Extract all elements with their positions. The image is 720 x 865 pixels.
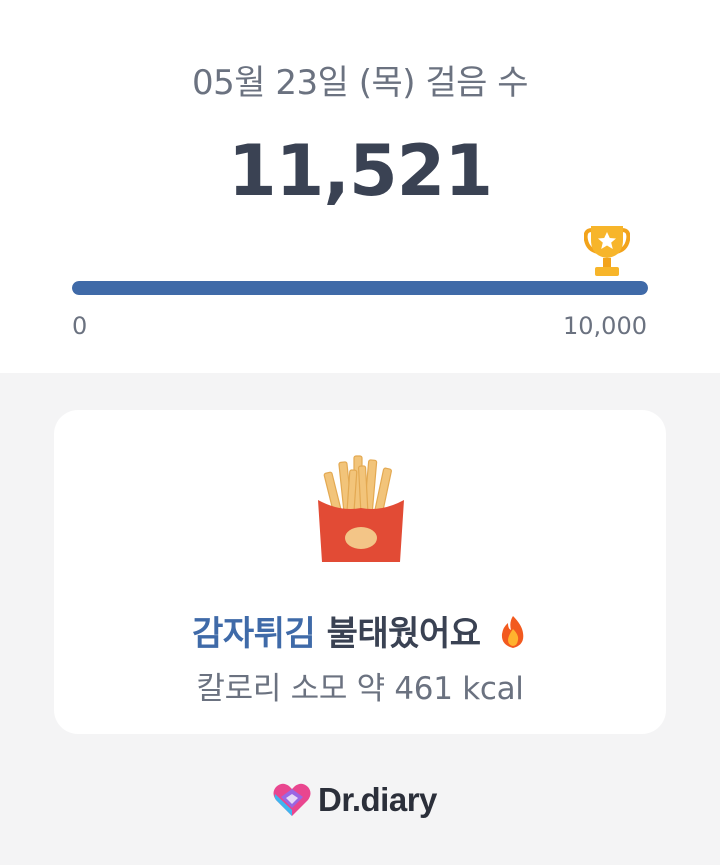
calorie-burned-text: 칼로리 소모 약 461 kcal	[196, 671, 524, 707]
brand-footer: Dr.diary	[272, 778, 437, 822]
date-title: 05월 23일 (목) 걸음 수	[192, 63, 528, 103]
step-progress-bar	[72, 281, 648, 295]
fire-icon	[501, 616, 524, 648]
steps-summary-panel: 05월 23일 (목) 걸음 수 11,521 0 10,000	[0, 0, 720, 373]
burned-text: 불태웠어요	[326, 614, 481, 654]
brand-name: Dr.diary	[318, 781, 437, 818]
trophy-icon	[584, 226, 630, 276]
french-fries-icon	[318, 455, 404, 562]
step-progress-fill	[72, 281, 648, 295]
calorie-burn-card: 감자튀김 불태웠어요 칼로리 소모 약 461 kcal	[54, 410, 666, 734]
food-name: 감자튀김	[192, 614, 316, 654]
burned-food-message: 감자튀김 불태웠어요	[54, 606, 666, 655]
heart-logo-icon	[273, 783, 311, 816]
step-count: 11,521	[227, 130, 493, 212]
progress-min-label: 0	[72, 312, 88, 340]
progress-goal-label: 10,000	[563, 312, 647, 340]
